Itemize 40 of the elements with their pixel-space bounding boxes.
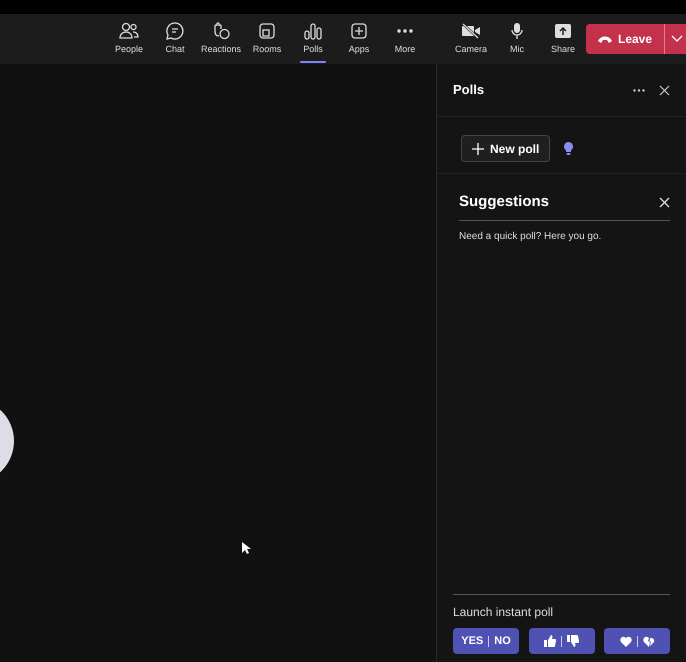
chat-icon: [166, 22, 184, 40]
chevron-down-icon: [671, 35, 684, 43]
thumbs-up-icon: [544, 635, 556, 647]
yes-no-poll-button[interactable]: YES NO: [453, 628, 519, 654]
toolbar-button[interactable]: More: [382, 14, 428, 64]
mouse-cursor-icon: [242, 542, 251, 555]
suggestions-text: Need a quick poll? Here you go.: [459, 230, 602, 244]
plus-icon: [472, 142, 484, 154]
poll-bars-icon: [304, 22, 322, 40]
instant-poll-label: Launch instant poll: [453, 604, 554, 621]
plus-square-icon: [351, 22, 367, 39]
toolbar-button[interactable]: Camera: [448, 14, 494, 64]
more-options-icon[interactable]: [633, 88, 645, 92]
toolbar-button[interactable]: Apps: [336, 14, 382, 64]
toolbar-button[interactable]: Share: [540, 14, 586, 64]
rooms-icon: [259, 22, 275, 40]
thumbs-poll-button[interactable]: [528, 628, 594, 654]
new-poll-button[interactable]: New poll: [461, 135, 550, 162]
close-icon[interactable]: [659, 84, 670, 96]
toolbar-button[interactable]: Chat: [152, 14, 198, 64]
close-icon[interactable]: [659, 196, 670, 208]
phone-hang-up-icon: [598, 36, 612, 42]
toolbar-button[interactable]: Reactions: [198, 14, 244, 64]
share-screen-icon: [554, 22, 572, 39]
thumbs-down-icon: [567, 635, 579, 647]
hearts-poll-button[interactable]: [604, 628, 670, 654]
lightbulb-icon: [564, 142, 574, 155]
toolbar-button[interactable]: Mic: [494, 14, 540, 64]
broken-heart-icon: [642, 636, 654, 646]
camera-off-icon: [461, 22, 481, 39]
panel-title: Polls: [453, 81, 484, 100]
toolbar-button[interactable]: Rooms: [244, 14, 290, 64]
microphone-icon: [511, 22, 523, 40]
toolbar-button[interactable]: People: [106, 14, 152, 64]
suggestions-title: Suggestions: [459, 192, 550, 212]
people-icon: [119, 22, 139, 40]
heart-icon: [620, 636, 632, 646]
toolbar-button[interactable]: Polls: [290, 14, 336, 64]
selected-indicator: [300, 61, 326, 63]
more-icon: [397, 28, 413, 33]
